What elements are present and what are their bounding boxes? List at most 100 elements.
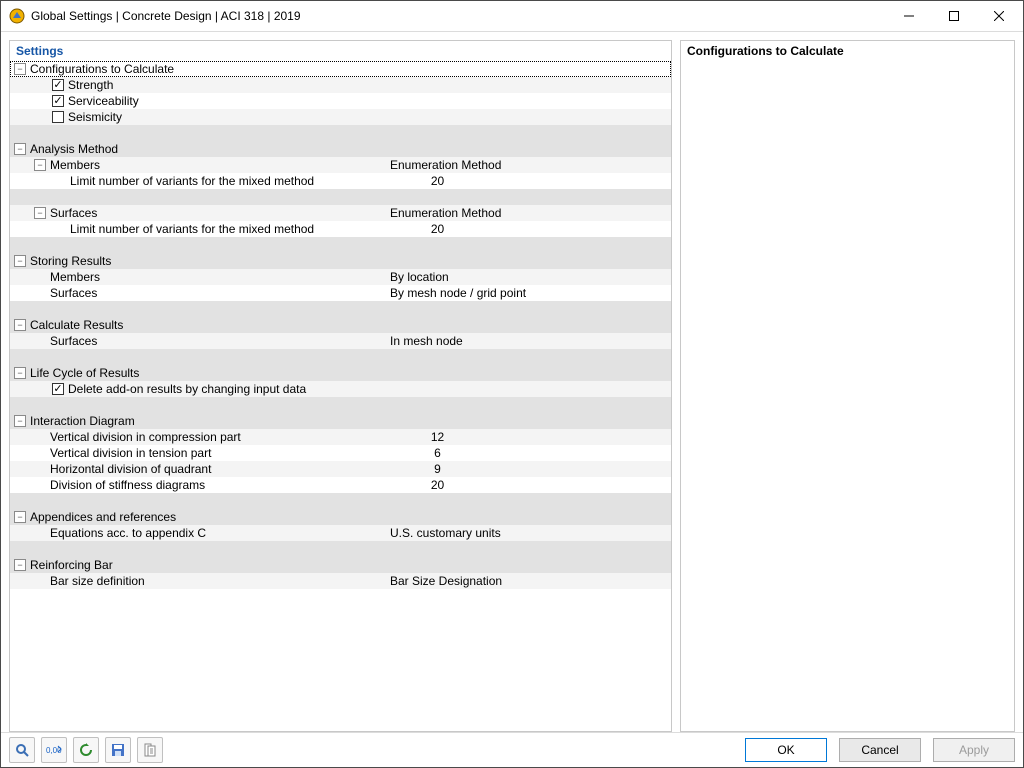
- collapse-icon[interactable]: −: [34, 207, 46, 219]
- settings-header: Settings: [10, 41, 671, 61]
- collapse-icon[interactable]: −: [14, 319, 26, 331]
- row-value[interactable]: 20: [390, 222, 485, 236]
- reload-icon[interactable]: [73, 737, 99, 763]
- row-label: Bar size definition: [50, 574, 390, 588]
- intdiag-stiffness-div[interactable]: Division of stiffness diagrams 20: [10, 477, 671, 493]
- detail-header: Configurations to Calculate: [681, 41, 1014, 61]
- storing-surfaces[interactable]: Surfaces By mesh node / grid point: [10, 285, 671, 301]
- row-label: Surfaces: [50, 286, 390, 300]
- row-value[interactable]: Bar Size Designation: [390, 574, 590, 588]
- analysis-members-limit[interactable]: Limit number of variants for the mixed m…: [10, 173, 671, 189]
- window-title: Global Settings | Concrete Design | ACI …: [31, 9, 886, 23]
- spacer: [10, 349, 671, 365]
- analysis-surfaces[interactable]: − Surfaces Enumeration Method: [10, 205, 671, 221]
- row-value[interactable]: 20: [390, 478, 485, 492]
- storing-members[interactable]: Members By location: [10, 269, 671, 285]
- row-value[interactable]: 20: [390, 174, 485, 188]
- search-icon[interactable]: [9, 737, 35, 763]
- checkbox-serviceability[interactable]: [52, 95, 64, 107]
- section-reinforcing-bar[interactable]: − Reinforcing Bar: [10, 557, 671, 573]
- section-configurations-to-calculate[interactable]: − Configurations to Calculate: [10, 61, 671, 77]
- collapse-icon[interactable]: −: [14, 415, 26, 427]
- reinfbar-barsize[interactable]: Bar size definition Bar Size Designation: [10, 573, 671, 589]
- dialog-footer: 0,00 OK Cancel Apply: [1, 732, 1023, 767]
- calcres-surfaces[interactable]: Surfaces In mesh node: [10, 333, 671, 349]
- section-label: Calculate Results: [30, 318, 671, 332]
- section-label: Analysis Method: [30, 142, 671, 156]
- row-label: Vertical division in tension part: [50, 446, 390, 460]
- checkbox-delete-addon[interactable]: [52, 383, 64, 395]
- spacer: [10, 541, 671, 557]
- row-value[interactable]: U.S. customary units: [390, 526, 590, 540]
- intdiag-vdiv-tension[interactable]: Vertical division in tension part 6: [10, 445, 671, 461]
- checkbox-seismicity[interactable]: [52, 111, 64, 123]
- collapse-icon[interactable]: −: [34, 159, 46, 171]
- detail-body: [681, 61, 1014, 731]
- row-label: Horizontal division of quadrant: [50, 462, 390, 476]
- precision-icon[interactable]: 0,00: [41, 737, 67, 763]
- analysis-surfaces-limit[interactable]: Limit number of variants for the mixed m…: [10, 221, 671, 237]
- spacer: [10, 397, 671, 413]
- section-label: Life Cycle of Results: [30, 366, 671, 380]
- option-serviceability[interactable]: Serviceability: [10, 93, 671, 109]
- appendices-eq-appendix-c[interactable]: Equations acc. to appendix C U.S. custom…: [10, 525, 671, 541]
- intdiag-hdiv-quadrant[interactable]: Horizontal division of quadrant 9: [10, 461, 671, 477]
- close-button[interactable]: [976, 1, 1021, 31]
- spacer: [10, 237, 671, 253]
- maximize-button[interactable]: [931, 1, 976, 31]
- section-label: Interaction Diagram: [30, 414, 671, 428]
- option-strength[interactable]: Strength: [10, 77, 671, 93]
- log-icon[interactable]: [137, 737, 163, 763]
- collapse-icon[interactable]: −: [14, 255, 26, 267]
- save-icon[interactable]: [105, 737, 131, 763]
- collapse-icon[interactable]: −: [14, 143, 26, 155]
- settings-tree[interactable]: − Configurations to Calculate Strength S…: [10, 61, 671, 731]
- row-label: Equations acc. to appendix C: [50, 526, 390, 540]
- option-label: Strength: [68, 78, 113, 92]
- detail-panel: Configurations to Calculate: [680, 40, 1015, 732]
- section-analysis-method[interactable]: − Analysis Method: [10, 141, 671, 157]
- section-calculate-results[interactable]: − Calculate Results: [10, 317, 671, 333]
- app-icon: [9, 8, 25, 24]
- intdiag-vdiv-compression[interactable]: Vertical division in compression part 12: [10, 429, 671, 445]
- settings-panel: Settings − Configurations to Calculate S…: [9, 40, 672, 732]
- row-value[interactable]: 9: [390, 462, 485, 476]
- section-label: Configurations to Calculate: [30, 62, 671, 76]
- apply-button[interactable]: Apply: [933, 738, 1015, 762]
- lifecycle-delete[interactable]: Delete add-on results by changing input …: [10, 381, 671, 397]
- row-value[interactable]: By location: [390, 270, 590, 284]
- spacer: [10, 189, 671, 205]
- analysis-members[interactable]: − Members Enumeration Method: [10, 157, 671, 173]
- option-label: Serviceability: [68, 94, 139, 108]
- section-life-cycle[interactable]: − Life Cycle of Results: [10, 365, 671, 381]
- row-label: Surfaces: [50, 334, 390, 348]
- row-value[interactable]: 6: [390, 446, 485, 460]
- section-label: Appendices and references: [30, 510, 671, 524]
- collapse-icon[interactable]: −: [14, 63, 26, 75]
- option-label: Seismicity: [68, 110, 122, 124]
- dialog-window: Global Settings | Concrete Design | ACI …: [0, 0, 1024, 768]
- collapse-icon[interactable]: −: [14, 367, 26, 379]
- row-value[interactable]: In mesh node: [390, 334, 590, 348]
- option-seismicity[interactable]: Seismicity: [10, 109, 671, 125]
- row-label: Limit number of variants for the mixed m…: [70, 222, 390, 236]
- row-value[interactable]: By mesh node / grid point: [390, 286, 590, 300]
- ok-button[interactable]: OK: [745, 738, 827, 762]
- section-storing-results[interactable]: − Storing Results: [10, 253, 671, 269]
- row-label: Limit number of variants for the mixed m…: [70, 174, 390, 188]
- row-value[interactable]: Enumeration Method: [390, 206, 570, 220]
- row-label: Surfaces: [50, 206, 390, 220]
- row-value[interactable]: 12: [390, 430, 485, 444]
- section-interaction-diagram[interactable]: − Interaction Diagram: [10, 413, 671, 429]
- row-label: Vertical division in compression part: [50, 430, 390, 444]
- cancel-button[interactable]: Cancel: [839, 738, 921, 762]
- minimize-button[interactable]: [886, 1, 931, 31]
- collapse-icon[interactable]: −: [14, 559, 26, 571]
- checkbox-strength[interactable]: [52, 79, 64, 91]
- row-value[interactable]: Enumeration Method: [390, 158, 570, 172]
- section-label: Storing Results: [30, 254, 671, 268]
- collapse-icon[interactable]: −: [14, 511, 26, 523]
- section-label: Reinforcing Bar: [30, 558, 671, 572]
- spacer: [10, 125, 671, 141]
- section-appendices[interactable]: − Appendices and references: [10, 509, 671, 525]
